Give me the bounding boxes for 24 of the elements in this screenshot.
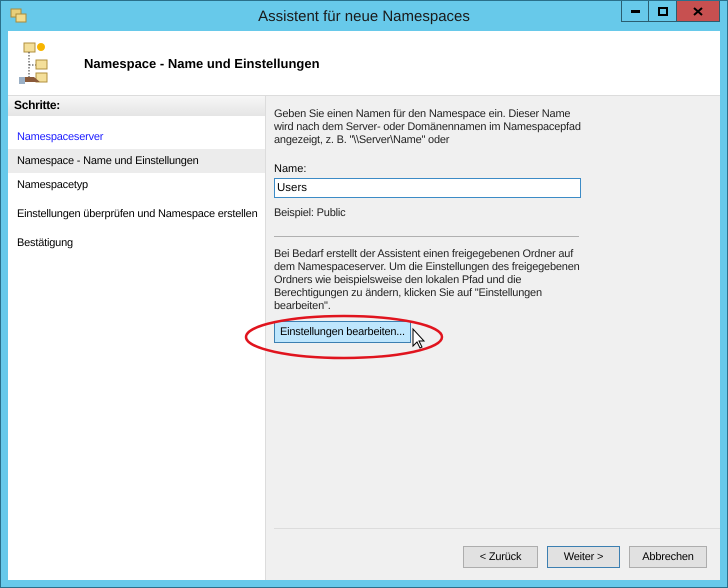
name-field[interactable]: Users [274,178,581,198]
page-title: Namespace - Name und Einstellungen [84,56,320,70]
minimize-button[interactable] [621,1,649,22]
step-item[interactable]: Einstellungen überprüfen und Namespace erstellen [8,202,265,226]
wizard-button[interactable]: < Zurück [463,546,538,568]
step-item[interactable]: Namespacetyp [8,173,265,197]
close-icon [693,6,703,16]
wizard-button[interactable]: Weiter > [547,546,620,568]
cursor-icon [412,328,426,349]
steps-heading: Schritte: [8,96,265,116]
edit-settings-button[interactable]: Einstellungen bearbeiten... [274,321,411,343]
minimize-icon [630,10,640,12]
step-item[interactable]: Namespaceserver [8,125,265,149]
name-label: Name: [274,163,308,175]
wizard-button[interactable]: Abbrechen [629,546,707,568]
intro-text: Geben Sie einen Namen für den Namespace ein. Dieser Name wird nach dem Server- oder Domänennamen im Namespacepfad angezeigt, z. B. "\\Server\Name" oder [274,108,582,147]
window-title: Assistent für neue Namespaces [257,8,471,25]
folders-icon [10,7,28,23]
info-text: Bei Bedarf erstellt der Assistent einen freigegebenen Ordner auf dem Namespaceserver. Um die Einstellungen des freigegebenen Ordners wie beispielsweise den lokalen Pfad und die Berechtigungen zu ändern, klicken Sie auf "Einstellungen bearbeiten". [274,248,581,313]
step-item[interactable]: Bestätigung [8,231,265,255]
close-button[interactable] [676,1,720,22]
maximize-icon [658,6,668,16]
step-item[interactable]: Namespace - Name und Einstellungen [8,149,265,173]
example-text: Beispiel: Public [274,207,346,220]
